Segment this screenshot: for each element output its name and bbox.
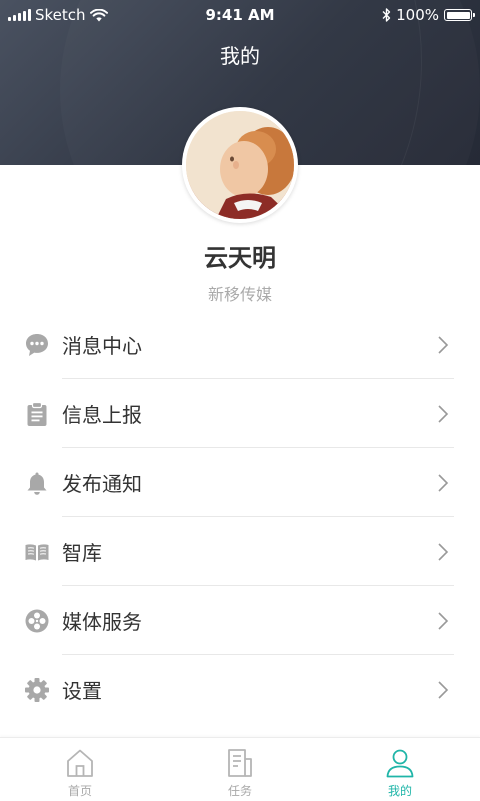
person-icon <box>386 749 414 778</box>
clipboard-icon <box>27 401 47 426</box>
tab-mine[interactable]: 我的 <box>320 738 480 801</box>
user-organization: 新移传媒 <box>207 285 272 304</box>
menu-item-info-report[interactable]: 信息上报 <box>0 379 480 448</box>
menu-item-think-tank[interactable]: 智库 <box>0 517 480 586</box>
chevron-right-icon <box>438 474 449 492</box>
menu-item-label: 信息上报 <box>62 403 142 427</box>
document-icon <box>228 749 252 777</box>
tab-tasks[interactable]: 任务 <box>160 738 320 801</box>
menu-item-publish-notice[interactable]: 发布通知 <box>0 448 480 517</box>
avatar-image <box>186 111 294 219</box>
avatar-photo <box>186 111 294 219</box>
chevron-right-icon <box>438 612 449 630</box>
menu-item-label: 智库 <box>62 541 102 565</box>
menu-item-label: 发布通知 <box>62 472 142 496</box>
tab-label: 首页 <box>67 784 92 798</box>
menu-list: 消息中心 信息上报 发布通知 智库 媒体服务 设置 <box>0 310 480 724</box>
menu-item-label: 消息中心 <box>62 334 142 358</box>
menu-item-label: 设置 <box>62 679 102 703</box>
status-bar: Sketch 9:41 AM 100% <box>0 0 480 30</box>
tab-home[interactable]: 首页 <box>0 738 160 801</box>
chat-bubble-icon <box>26 334 48 356</box>
tab-label: 任务 <box>227 784 252 798</box>
chevron-right-icon <box>438 681 449 699</box>
avatar[interactable] <box>182 107 298 223</box>
menu-item-settings[interactable]: 设置 <box>0 655 480 724</box>
book-icon <box>25 544 49 561</box>
battery-percent: 100% <box>396 6 439 24</box>
page-title: 我的 <box>220 44 260 68</box>
menu-item-message-center[interactable]: 消息中心 <box>0 310 480 379</box>
chevron-right-icon <box>438 336 449 354</box>
tab-bar: 首页 任务 我的 <box>0 737 480 801</box>
chevron-right-icon <box>438 543 449 561</box>
menu-item-media-service[interactable]: 媒体服务 <box>0 586 480 655</box>
tab-label: 我的 <box>387 784 412 798</box>
battery-icon <box>444 9 475 21</box>
home-icon <box>67 749 93 777</box>
menu-item-label: 媒体服务 <box>62 610 142 634</box>
chevron-right-icon <box>438 405 449 423</box>
bluetooth-icon <box>382 8 391 22</box>
film-reel-icon <box>25 609 49 633</box>
user-name: 云天明 <box>204 244 276 272</box>
gear-icon <box>25 678 49 702</box>
bell-icon <box>27 472 47 495</box>
